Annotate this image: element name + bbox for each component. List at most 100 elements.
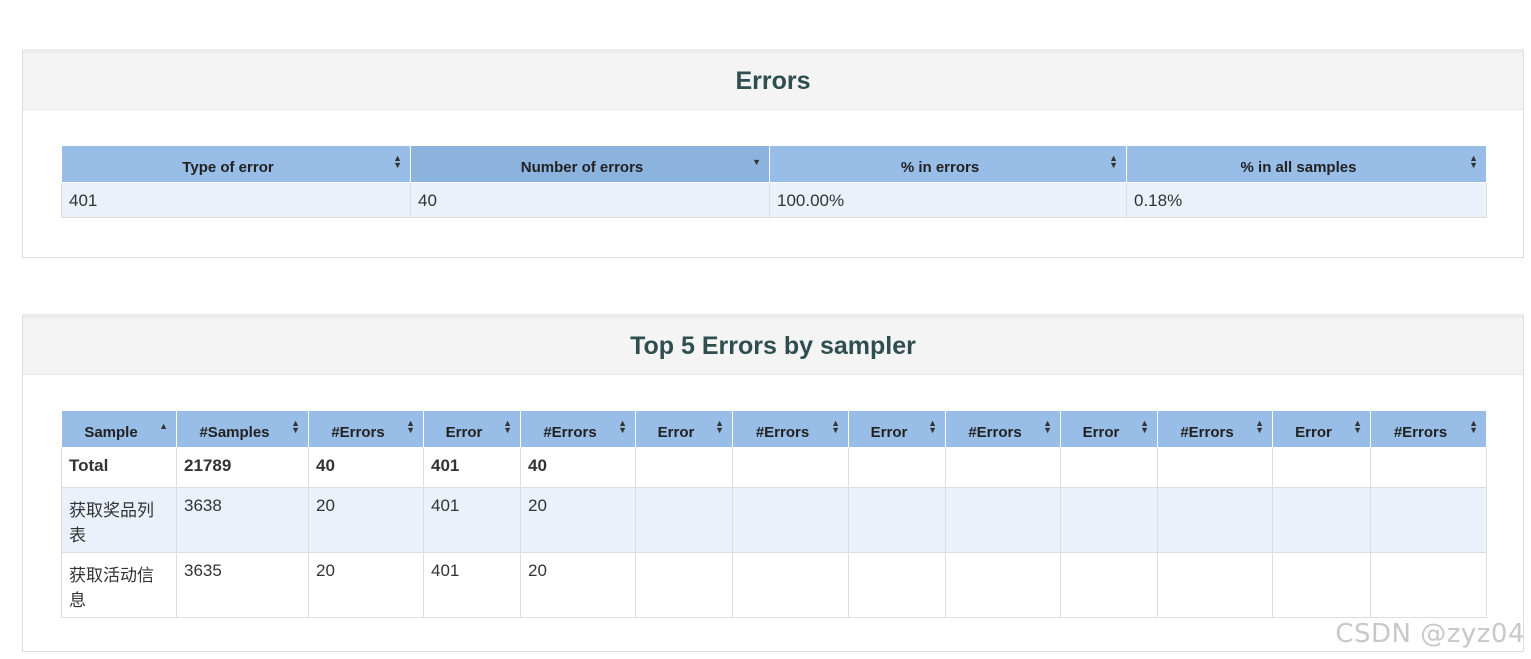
table-cell	[732, 552, 849, 618]
column-header-label: Error	[870, 423, 908, 441]
column-header-11[interactable]: Error ▲ ▼	[1272, 410, 1371, 448]
table-cell	[1370, 552, 1487, 618]
column-header-4[interactable]: #Errors ▲ ▼	[520, 410, 636, 448]
column-header-label: Number of errors	[520, 158, 644, 176]
table-cell	[1060, 447, 1158, 488]
column-header-label: #Errors	[331, 423, 385, 441]
column-header-label: #Errors	[1393, 423, 1448, 441]
table-cell	[848, 487, 946, 553]
column-header-3[interactable]: Error ▲ ▼	[423, 410, 521, 448]
table-row: 获取奖品列表 3638 20 401 20	[61, 487, 1487, 553]
table-cell	[945, 487, 1061, 553]
table-cell: 21789	[176, 447, 309, 488]
sort-desc-icon: ▼	[752, 157, 761, 167]
table-cell	[635, 552, 733, 618]
column-header-label: Error	[1082, 423, 1120, 441]
column-header-label: % in all samples	[1240, 158, 1357, 176]
sort-both-icon: ▲ ▼	[406, 418, 415, 435]
table-cell	[848, 552, 946, 618]
column-header-10[interactable]: #Errors ▲ ▼	[1157, 410, 1273, 448]
table-cell: 401	[423, 487, 521, 553]
table-cell: 3638	[176, 487, 309, 553]
table-cell: 401	[423, 447, 521, 488]
top5-panel-title: Top 5 Errors by sampler	[23, 318, 1523, 375]
table-cell: 100.00%	[769, 182, 1127, 218]
column-header-percent-in-errors[interactable]: % in errors ▲ ▼	[769, 145, 1127, 183]
top5-errors-table: Sample ▲ #Samples ▲ ▼ #Errors ▲ ▼ Error ▲ ▼ #Errors…	[61, 410, 1487, 618]
sort-both-icon: ▲ ▼	[1109, 153, 1118, 170]
errors-panel: Errors Type of error ▲ ▼ Number of errors…	[22, 49, 1524, 258]
table-cell: 20	[520, 487, 636, 553]
table-cell	[732, 447, 849, 488]
sort-both-icon: ▲ ▼	[1043, 418, 1052, 435]
sort-both-icon: ▲ ▼	[715, 418, 724, 435]
table-cell	[945, 552, 1061, 618]
table-cell: Total	[61, 447, 177, 488]
table-cell	[1272, 447, 1371, 488]
sort-asc-icon: ▲	[159, 421, 168, 431]
errors-table: Type of error ▲ ▼ Number of errors ▼ % in…	[61, 145, 1487, 218]
column-header-5[interactable]: Error ▲ ▼	[635, 410, 733, 448]
sort-both-icon: ▲ ▼	[1255, 418, 1264, 435]
column-header-6[interactable]: #Errors ▲ ▼	[732, 410, 849, 448]
column-header-number-of-errors[interactable]: Number of errors ▼	[410, 145, 770, 183]
table-cell: 20	[308, 487, 424, 553]
table-cell	[732, 487, 849, 553]
sort-both-icon: ▲ ▼	[291, 418, 300, 435]
sort-both-icon: ▲ ▼	[503, 418, 512, 435]
sort-both-icon: ▲ ▼	[1353, 418, 1362, 435]
column-header-2[interactable]: #Errors ▲ ▼	[308, 410, 424, 448]
table-cell	[1157, 447, 1273, 488]
column-header-label: #Errors	[543, 423, 597, 441]
table-cell	[1272, 487, 1371, 553]
table-cell: 401	[61, 182, 411, 218]
table-cell	[635, 487, 733, 553]
column-header-type-of-error[interactable]: Type of error ▲ ▼	[61, 145, 411, 183]
column-header-7[interactable]: Error ▲ ▼	[848, 410, 946, 448]
sort-both-icon: ▲ ▼	[393, 153, 402, 170]
column-header-label: #Errors	[1180, 423, 1234, 441]
table-cell	[848, 447, 946, 488]
column-header-label: #Errors	[755, 423, 810, 441]
column-header-label: Sample	[84, 423, 138, 441]
column-header-8[interactable]: #Errors ▲ ▼	[945, 410, 1061, 448]
column-header-label: Error	[657, 423, 695, 441]
table-row: Total 21789 40 401 40	[61, 447, 1487, 488]
table-cell: 40	[410, 182, 770, 218]
table-cell: 3635	[176, 552, 309, 618]
table-cell	[1370, 447, 1487, 488]
sort-both-icon: ▲ ▼	[928, 418, 937, 435]
column-header-9[interactable]: Error ▲ ▼	[1060, 410, 1158, 448]
table-row: 获取活动信息 3635 20 401 20	[61, 552, 1487, 618]
column-header-1[interactable]: #Samples ▲ ▼	[176, 410, 309, 448]
table-row: 401 40 100.00% 0.18%	[61, 182, 1487, 218]
watermark: CSDN @zyz04	[1335, 619, 1525, 649]
table-cell	[945, 447, 1061, 488]
table-cell: 40	[308, 447, 424, 488]
table-cell: 40	[520, 447, 636, 488]
table-cell	[1157, 552, 1273, 618]
table-cell: 0.18%	[1126, 182, 1487, 218]
column-header-12[interactable]: #Errors ▲ ▼	[1370, 410, 1487, 448]
column-header-0[interactable]: Sample ▲	[61, 410, 177, 448]
top5-errors-panel: Top 5 Errors by sampler Sample ▲ #Samples ▲…	[22, 314, 1524, 652]
errors-panel-title: Errors	[23, 53, 1523, 110]
table-cell: 获取奖品列表	[61, 487, 177, 553]
table-cell	[635, 447, 733, 488]
table-cell: 401	[423, 552, 521, 618]
table-cell	[1060, 552, 1158, 618]
table-cell: 获取活动信息	[61, 552, 177, 618]
sort-both-icon: ▲ ▼	[618, 418, 627, 435]
column-header-percent-in-all-samples[interactable]: % in all samples ▲ ▼	[1126, 145, 1487, 183]
column-header-label: #Errors	[968, 423, 1022, 441]
table-cell	[1370, 487, 1487, 553]
table-cell	[1272, 552, 1371, 618]
column-header-label: Error	[445, 423, 483, 441]
table-cell	[1157, 487, 1273, 553]
table-cell: 20	[308, 552, 424, 618]
sort-both-icon: ▲ ▼	[1469, 418, 1478, 435]
sort-both-icon: ▲ ▼	[1140, 418, 1149, 435]
column-header-label: Type of error	[182, 158, 274, 176]
sort-both-icon: ▲ ▼	[831, 418, 840, 435]
table-cell	[1060, 487, 1158, 553]
